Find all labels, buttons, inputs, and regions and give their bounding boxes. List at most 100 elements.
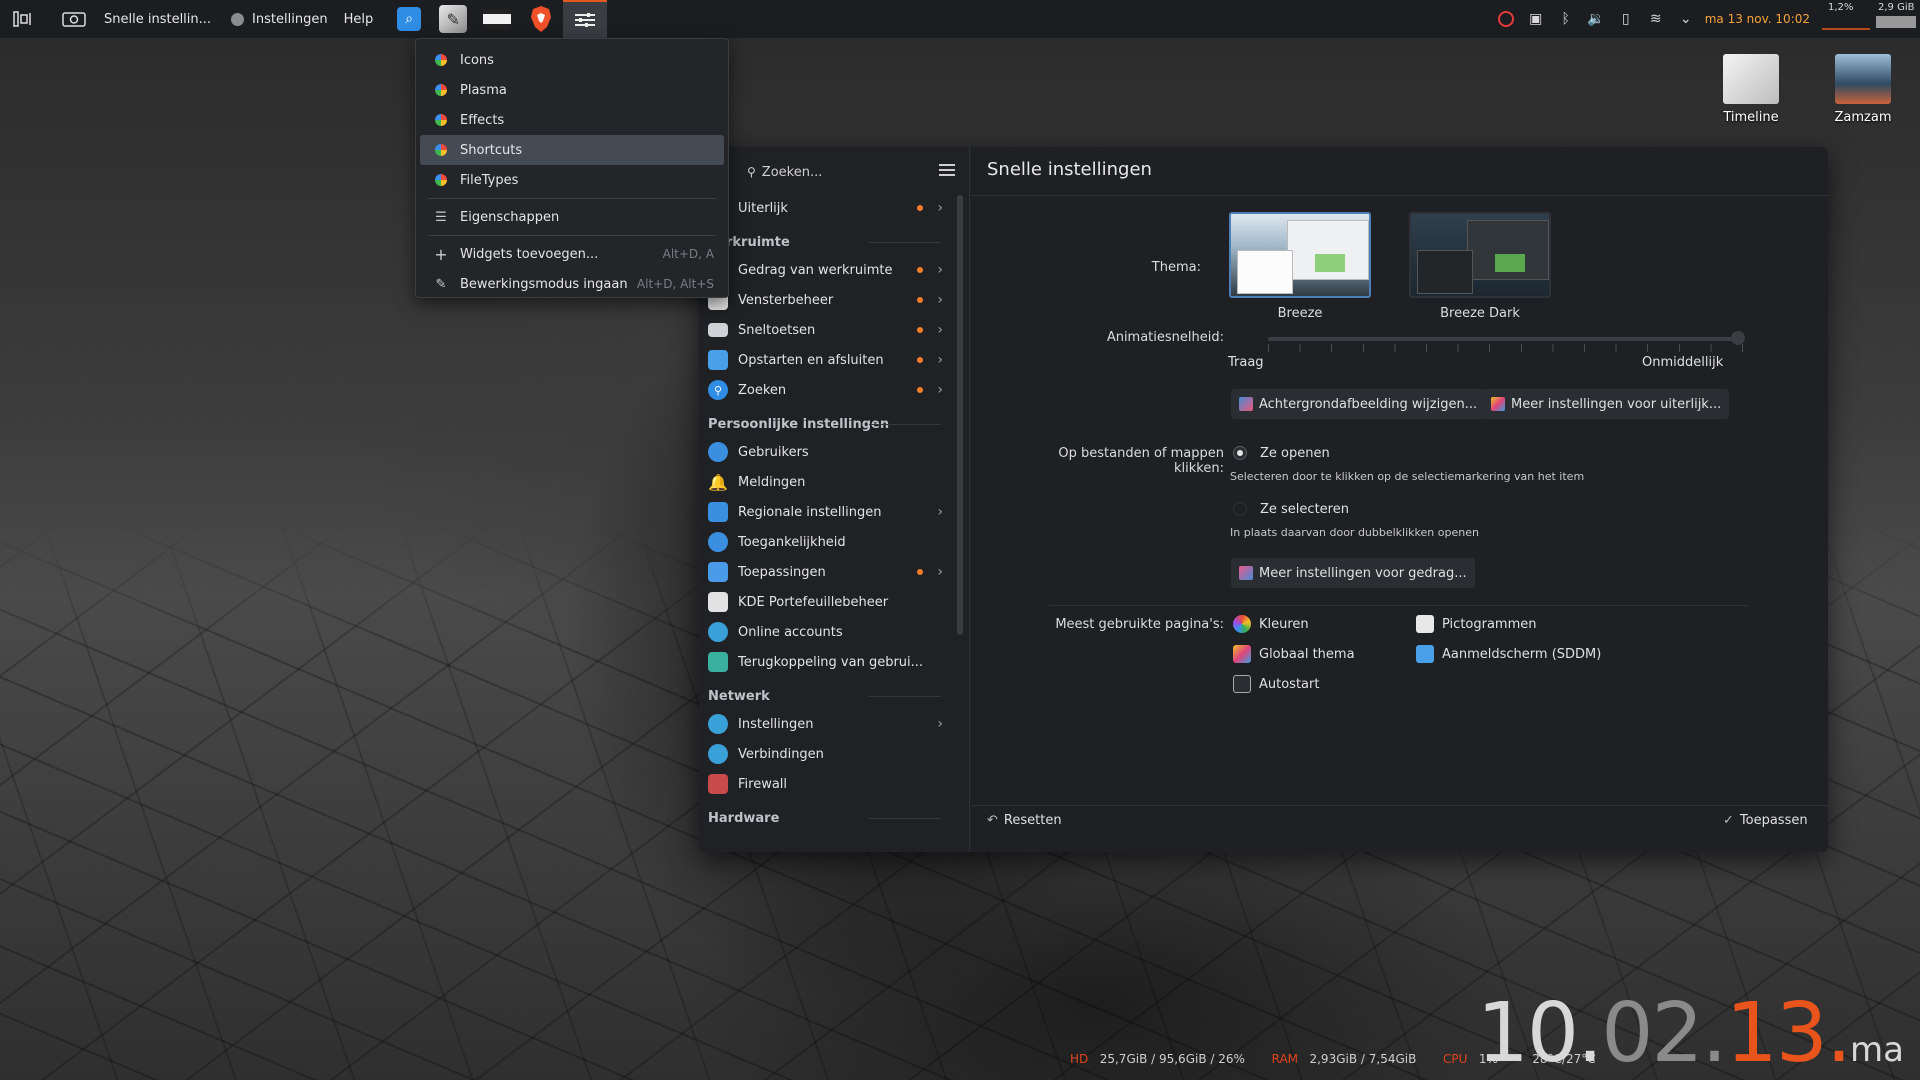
screenshot-button[interactable]	[36, 0, 86, 38]
cpu-monitor[interactable]: 1,2%	[1818, 0, 1876, 38]
keyboard-icon	[708, 323, 728, 337]
page-title: Snelle instellingen	[987, 159, 1152, 180]
sliders-icon	[575, 13, 596, 27]
menu-separator	[428, 235, 716, 236]
memory-monitor[interactable]: 2,9 GiB	[1876, 0, 1920, 38]
sidebar-item-accessibility[interactable]: Toegankelijkheid	[699, 527, 959, 557]
window-title: Snelle instellin...	[104, 11, 212, 27]
volume-icon[interactable]: 🔉	[1581, 11, 1611, 27]
page-link-sddm[interactable]: Aanmeldscherm (SDDM)	[1416, 641, 1601, 667]
page-link-icons[interactable]: Pictogrammen	[1416, 611, 1537, 637]
more-appearance-button[interactable]: Meer instellingen voor uiterlijk...	[1483, 389, 1730, 419]
kde-icon	[434, 143, 448, 157]
task-terminal[interactable]	[475, 0, 519, 38]
sidebar-item-network-settings[interactable]: Instellingen ›	[699, 709, 959, 739]
animation-slider-track[interactable]	[1268, 337, 1743, 341]
task-system-settings[interactable]	[563, 0, 608, 38]
sidebar-item-window-management[interactable]: Vensterbeheer ›	[699, 285, 959, 315]
menu-item-properties[interactable]: ☰ Eigenschappen	[420, 202, 724, 232]
settings-sidebar: ⚲ Zoeken... Uiterlijk › rkruimte Gedrag …	[699, 147, 970, 852]
more-behavior-button[interactable]: Meer instellingen voor gedrag...	[1231, 558, 1475, 588]
icons-grid-icon	[1416, 615, 1434, 633]
page-link-colors[interactable]: Kleuren	[1233, 611, 1309, 637]
sidebar-item-notifications[interactable]: 🔔 Meldingen	[699, 467, 959, 497]
apply-button[interactable]: ✓ Toepassen	[1723, 813, 1808, 828]
menu-settings[interactable]: Instellingen	[244, 12, 336, 27]
sidebar-item-startup-shutdown[interactable]: Opstarten en afsluiten ›	[699, 345, 959, 375]
open-radio[interactable]	[1233, 446, 1247, 460]
hamburger-menu-button[interactable]	[937, 161, 957, 181]
task-editor[interactable]: ✎	[431, 0, 475, 38]
click-behavior-label: Op bestanden of mappen klikken:	[1058, 446, 1224, 476]
kde-icon	[434, 113, 448, 127]
page-link-global-theme[interactable]: Globaal thema	[1233, 641, 1355, 667]
wallpaper-icon	[1239, 397, 1253, 411]
task-brave[interactable]	[519, 0, 563, 38]
sidebar-item-workspace-behavior[interactable]: Gedrag van werkruimte ›	[699, 255, 959, 285]
colors-icon	[1233, 615, 1251, 633]
reset-button[interactable]: ↶ Resetten	[987, 813, 1062, 828]
animation-label: Animatiesnelheid:	[1106, 330, 1224, 345]
autostart-icon	[1233, 675, 1251, 693]
brave-lion-icon	[531, 6, 552, 32]
tray-expand-icon[interactable]: ⌄	[1671, 11, 1701, 27]
menu-item-add-widgets[interactable]: + Widgets toevoegen... Alt+D, A	[420, 239, 724, 269]
shortcut-hint: Alt+D, A	[662, 247, 714, 261]
terminal-icon	[483, 9, 512, 29]
chevron-right-icon: ›	[937, 564, 943, 580]
search-icon: ⚲	[747, 165, 756, 179]
changed-indicator	[917, 205, 923, 211]
theme-breeze-preview[interactable]	[1229, 212, 1371, 298]
network-icon[interactable]: ≋	[1641, 11, 1671, 27]
select-radio[interactable]	[1233, 502, 1247, 516]
sidebar-item-shortcuts[interactable]: Sneltoetsen ›	[699, 315, 959, 345]
desktop-icon-zamzam[interactable]: Zamzam	[1818, 54, 1908, 125]
app-launcher[interactable]	[0, 0, 36, 38]
chevron-right-icon: ›	[937, 262, 943, 278]
menu-help[interactable]: Help	[336, 12, 382, 27]
sidebar-item-online-accounts[interactable]: Online accounts	[699, 617, 959, 647]
menu-item-shortcuts[interactable]: Shortcuts	[420, 135, 724, 165]
search-field[interactable]: ⚲ Zoeken...	[747, 159, 917, 185]
bluetooth-icon[interactable]: ᛒ	[1551, 11, 1581, 27]
system-tray: ▣ ᛒ 🔉 ▯ ≋ ⌄ ma 13 nov. 10:02 1,2% 2,9 Gi…	[1491, 0, 1920, 38]
kde-icon	[434, 173, 448, 187]
chevron-right-icon: ›	[937, 504, 943, 520]
change-wallpaper-button[interactable]: Achtergrondafbeelding wijzigen...	[1231, 389, 1486, 419]
apps-grid-icon	[708, 562, 728, 582]
sidebar-item-applications[interactable]: Toepassingen ›	[699, 557, 959, 587]
task-search-app[interactable]: ⌕	[387, 0, 431, 38]
chevron-right-icon: ›	[937, 382, 943, 398]
menu-item-plasma[interactable]: Plasma	[420, 75, 724, 105]
clipboard-icon[interactable]: ▣	[1521, 11, 1551, 27]
sidebar-item-feedback[interactable]: Terugkoppeling van gebrui...	[699, 647, 959, 677]
desktop-icon-timeline[interactable]: Timeline	[1706, 54, 1796, 125]
properties-icon: ☰	[435, 209, 447, 225]
sidebar-item-firewall[interactable]: Firewall	[699, 769, 959, 799]
sidebar-item-connections[interactable]: Verbindingen	[699, 739, 959, 769]
camera-icon	[62, 12, 86, 27]
panel-clock[interactable]: ma 13 nov. 10:02	[1701, 12, 1818, 26]
title-divider	[971, 195, 1828, 196]
globe-icon	[708, 622, 728, 642]
search-placeholder: Zoeken...	[761, 164, 823, 180]
update-icon[interactable]	[1491, 11, 1521, 27]
phone-icon[interactable]: ▯	[1611, 11, 1641, 27]
top-panel: Snelle instellin... Instellingen Help ⌕ …	[0, 0, 1920, 38]
theme-breeze-dark-preview[interactable]	[1409, 212, 1551, 298]
page-link-autostart[interactable]: Autostart	[1233, 671, 1319, 697]
section-personal: Persoonlijke instellingen	[699, 411, 959, 437]
animation-slider-handle[interactable]	[1731, 331, 1746, 345]
sidebar-item-users[interactable]: Gebruikers	[699, 437, 959, 467]
menu-item-filetypes[interactable]: FileTypes	[420, 165, 724, 195]
sidebar-item-search[interactable]: ⚲ Zoeken ›	[699, 375, 959, 405]
globe-icon	[708, 744, 728, 764]
sidebar-item-regional[interactable]: Regionale instellingen ›	[699, 497, 959, 527]
menu-item-edit-mode[interactable]: ✎ Bewerkingsmodus ingaan Alt+D, Alt+S	[420, 269, 724, 299]
sidebar-item-kwallet[interactable]: KDE Portefeuillebeheer	[699, 587, 959, 617]
menu-item-icons[interactable]: Icons	[420, 45, 724, 75]
menu-item-effects[interactable]: Effects	[420, 105, 724, 135]
user-icon	[708, 442, 728, 462]
status-dot	[219, 0, 245, 38]
sidebar-item-appearance[interactable]: Uiterlijk ›	[699, 193, 959, 223]
